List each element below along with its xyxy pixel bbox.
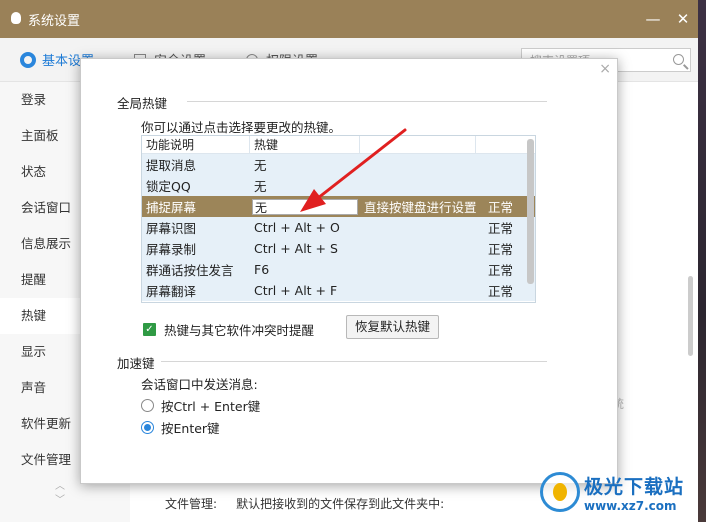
watermark-url: www.xz7.com [584, 498, 677, 513]
close-button[interactable]: ✕ [668, 0, 698, 38]
send-message-label: 会话窗口中发送消息: [141, 377, 258, 392]
checkbox-label: 热键与其它软件冲突时提醒 [164, 323, 315, 338]
radio-button-selected[interactable] [141, 421, 154, 434]
global-hotkeys-title: 全局热键 [117, 96, 168, 111]
table-scrollbar[interactable] [527, 139, 534, 284]
divider [161, 361, 547, 362]
window-title: 系统设置 [28, 13, 81, 29]
watermark-name: 极光下载站 [584, 475, 685, 498]
desktop-background [698, 0, 706, 522]
table-header: 功能说明 热键 [142, 136, 535, 154]
conflict-reminder-checkbox[interactable]: ✓ 热键与其它软件冲突时提醒 [143, 320, 314, 339]
minimize-button[interactable]: — [638, 0, 668, 38]
column-header-function[interactable]: 功能说明 [142, 136, 250, 153]
aurora-logo-icon [540, 472, 580, 512]
radio-enter[interactable]: 按Enter键 [141, 418, 220, 437]
file-management-row: 文件管理: 默认把接收到的文件保存到此文件夹中: [165, 497, 445, 511]
main-scrollbar[interactable] [688, 276, 693, 356]
hotkey-table: 功能说明 热键 提取消息 无 锁定QQ 无 捕捉屏幕 无 直接按键盘进行设置 正… [141, 135, 536, 303]
dialog-close-icon[interactable]: × [599, 61, 611, 77]
column-header-hotkey[interactable]: 热键 [250, 136, 360, 153]
table-row[interactable]: 群通话按住发言 F6 正常 [142, 259, 535, 280]
global-hotkey-dialog: × 全局热键 你可以通过点击选择要更改的热键。 功能说明 热键 提取消息 无 锁… [80, 58, 618, 484]
radio-ctrl-enter[interactable]: 按Ctrl + Enter键 [141, 396, 260, 415]
table-row-selected[interactable]: 捕捉屏幕 无 直接按键盘进行设置 正常 [142, 196, 535, 217]
divider [187, 101, 547, 102]
accelerator-title: 加速键 [117, 356, 155, 371]
radio-button[interactable] [141, 399, 154, 412]
qq-penguin-icon [10, 12, 22, 26]
table-row[interactable]: 屏幕录制 Ctrl + Alt + S 正常 [142, 238, 535, 259]
table-row[interactable]: 屏幕识图 Ctrl + Alt + O 正常 [142, 217, 535, 238]
hotkey-input[interactable]: 无 [252, 198, 358, 215]
checkmark-icon[interactable]: ✓ [143, 323, 156, 336]
search-icon[interactable] [673, 54, 684, 65]
hotkey-description: 你可以通过点击选择要更改的热键。 [141, 120, 342, 135]
sidebar-scroll-arrows[interactable]: ︿ ﹀ [55, 480, 65, 508]
table-row[interactable]: 提取消息 无 [142, 154, 535, 175]
restore-default-hotkeys-button[interactable]: 恢复默认热键 [346, 315, 439, 339]
title-bar: 系统设置 — ✕ [0, 0, 698, 38]
column-header-note[interactable] [360, 136, 476, 153]
table-row[interactable]: 屏幕翻译 Ctrl + Alt + F 正常 [142, 280, 535, 301]
watermark-logo: 极光下载站 www.xz7.com [540, 466, 700, 518]
table-row[interactable]: 锁定QQ 无 [142, 175, 535, 196]
gear-icon [20, 51, 36, 68]
column-header-status[interactable] [476, 136, 516, 153]
